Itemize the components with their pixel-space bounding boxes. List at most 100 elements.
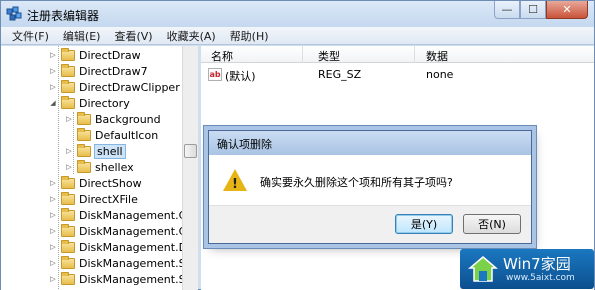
menu-edit[interactable]: 编辑(E) (56, 28, 108, 44)
tree-item-label: DirectXFile (79, 192, 138, 206)
folder-icon (61, 79, 75, 93)
tree-item[interactable]: ▷ Background (65, 111, 161, 127)
menu-favorites[interactable]: 收藏夹(A) (160, 28, 223, 44)
tree-item-label: DefaultIcon (95, 128, 159, 142)
value-type: REG_SZ (318, 68, 362, 81)
dialog-body: ! 确实要永久删除这个项和所有其子项吗? (209, 155, 531, 205)
expand-arrow-icon[interactable]: ▷ (49, 211, 57, 219)
tree-item-label: shell (94, 143, 126, 159)
expand-arrow-icon[interactable]: ▷ (49, 275, 57, 283)
tree-scrollbar[interactable] (182, 46, 198, 290)
menu-view[interactable]: 查看(V) (107, 28, 159, 44)
expand-arrow-icon[interactable]: ▷ (49, 51, 57, 59)
close-icon: ✕ (562, 3, 572, 16)
minimize-icon: — (501, 3, 513, 16)
tree-item-label: DiskManagement.Cor (79, 208, 198, 222)
expand-arrow-icon[interactable]: ▷ (49, 67, 57, 75)
dialog-message: 确实要永久删除这个项和所有其子项吗? (260, 176, 453, 189)
menu-file[interactable]: 文件(F) (5, 28, 56, 44)
folder-icon (61, 255, 75, 269)
folder-icon (61, 175, 75, 189)
tree-item-label: DiskManagement.Sna (79, 272, 198, 286)
tree-item[interactable]: ▷ DirectShow (49, 175, 142, 191)
value-row[interactable]: ab (默认) REG_SZ none (201, 67, 594, 83)
registry-editor-window: 注册表编辑器 — ☐ ✕ 文件(F) 编辑(E) 查看(V) 收藏夹(A) 帮助… (0, 0, 595, 290)
key-tree[interactable]: ▷ DirectDraw ▷ DirectDraw7 ▷ DirectDrawClippe… (1, 46, 198, 290)
dialog-title: 确认项删除 (209, 131, 531, 155)
tree-item[interactable]: ▷ DiskManagement.Cor (49, 207, 198, 223)
tree-item-label: Directory (79, 96, 130, 110)
folder-icon (77, 127, 91, 141)
tree-item[interactable]: ▷ DiskManagement.Dat (49, 239, 198, 255)
yes-button[interactable]: 是(Y) (395, 214, 453, 234)
close-button[interactable]: ✕ (546, 1, 588, 19)
column-divider[interactable] (414, 46, 415, 63)
column-type[interactable]: 类型 (318, 48, 340, 64)
expand-arrow-icon[interactable]: ▷ (49, 259, 57, 267)
folder-icon (61, 47, 75, 61)
minimize-button[interactable]: — (494, 1, 520, 19)
tree-item[interactable]: ▷ DirectXFile (49, 191, 138, 207)
maximize-button[interactable]: ☐ (520, 1, 546, 19)
value-name: (默认) (225, 70, 256, 83)
watermark-title: Win7家园 (503, 255, 571, 273)
folder-icon (77, 143, 91, 157)
expand-arrow-icon[interactable]: ▷ (49, 243, 57, 251)
folder-icon (77, 111, 91, 125)
folder-icon (61, 63, 75, 77)
watermark-url: www.5aixt.com (506, 273, 575, 283)
column-divider[interactable] (302, 46, 303, 63)
expand-arrow-icon[interactable]: ▷ (65, 147, 73, 155)
tree-item[interactable]: DefaultIcon (65, 127, 158, 143)
expand-arrow-icon[interactable]: ▷ (49, 195, 57, 203)
folder-icon (61, 191, 75, 205)
string-value-icon: ab (208, 68, 222, 81)
collapse-arrow-icon[interactable]: ◢ (49, 99, 57, 107)
column-header: 名称 类型 数据 (201, 46, 594, 63)
expand-arrow-icon[interactable]: ▷ (65, 163, 73, 171)
tree-item-label: DirectDraw7 (79, 64, 148, 78)
window-title: 注册表编辑器 (27, 9, 100, 23)
tree-item[interactable]: ▷ DirectDraw (49, 47, 141, 63)
tree-item[interactable]: ▷ shell (65, 143, 126, 159)
tree-scroll-thumb[interactable] (184, 144, 197, 158)
dialog-footer: 是(Y) 否(N) (209, 205, 531, 243)
folder-icon (77, 159, 91, 173)
maximize-icon: ☐ (528, 3, 538, 16)
tree-item-label: DirectDraw (79, 48, 141, 62)
tree-item-label: DirectDrawClipper (79, 80, 180, 94)
menu-help[interactable]: 帮助(H) (223, 28, 276, 44)
tree-item-label: shellex (95, 160, 134, 174)
expand-arrow-icon[interactable]: ▷ (49, 179, 57, 187)
no-button[interactable]: 否(N) (463, 214, 521, 234)
title-bar: 注册表编辑器 — ☐ ✕ (1, 1, 594, 27)
expand-arrow-icon[interactable]: ▷ (65, 115, 73, 123)
folder-icon (61, 223, 75, 237)
tree-item[interactable]: ▷ DirectDraw7 (49, 63, 148, 79)
menu-bar: 文件(F) 编辑(E) 查看(V) 收藏夹(A) 帮助(H) (1, 27, 594, 45)
site-watermark: Win7家园 www.5aixt.com (460, 249, 594, 289)
expand-arrow-icon[interactable]: ▷ (49, 227, 57, 235)
tree-item-label: DiskManagement.Sna (79, 256, 198, 270)
tree-item-label: DirectShow (79, 176, 142, 190)
column-name[interactable]: 名称 (211, 48, 233, 64)
folder-icon (61, 207, 75, 221)
folder-icon (61, 95, 75, 109)
folder-icon (61, 271, 75, 285)
tree-item[interactable]: ◢ Directory (49, 95, 130, 111)
value-data: none (426, 68, 454, 81)
confirm-delete-dialog: 确认项删除 ! 确实要永久删除这个项和所有其子项吗? 是(Y) 否(N) (208, 130, 532, 244)
expand-arrow-icon[interactable]: ▷ (49, 83, 57, 91)
folder-icon (61, 239, 75, 253)
tree-item[interactable]: ▷ DiskManagement.Sna (49, 271, 198, 287)
tree-item[interactable]: ▷ shellex (65, 159, 134, 175)
registry-app-icon (6, 6, 22, 21)
tree-item[interactable]: ▷ DirectDrawClipper (49, 79, 180, 95)
house-logo-icon (468, 256, 498, 282)
tree-item-label: DiskManagement.Dat (79, 240, 198, 254)
column-data[interactable]: 数据 (426, 48, 448, 64)
warning-exclamation: ! (232, 177, 238, 192)
tree-item[interactable]: ▷ DiskManagement.Cor (49, 223, 198, 239)
tree-item-label: DiskManagement.Cor (79, 224, 198, 238)
tree-item[interactable]: ▷ DiskManagement.Sna (49, 255, 198, 271)
